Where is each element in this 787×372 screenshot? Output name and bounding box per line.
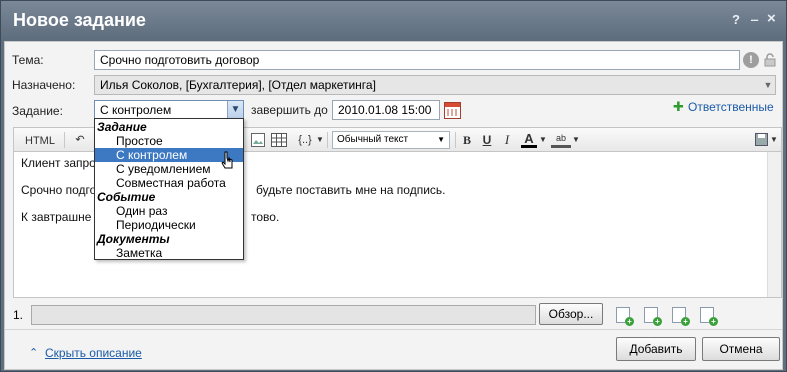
help-icon[interactable]: ?: [732, 12, 740, 27]
minimize-icon[interactable]: ‒: [751, 12, 758, 27]
cancel-button[interactable]: Отмена: [702, 337, 780, 361]
editor-line: Клиент запро: [21, 156, 96, 170]
image-icon[interactable]: [251, 133, 265, 147]
editor-scrollbar[interactable]: [767, 152, 781, 297]
file-path-input[interactable]: [31, 305, 536, 325]
editor-line: тово.: [251, 210, 280, 224]
chevron-down-icon[interactable]: ▼: [572, 132, 580, 148]
task-type-value: С контролем: [100, 103, 172, 117]
paragraph-style-select[interactable]: Обычный текст ▼: [332, 131, 450, 149]
dropdown-group-label: Документы: [97, 232, 170, 246]
assigned-input[interactable]: Илья Соколов, [Бухгалтерия], [Отдел марк…: [94, 75, 776, 95]
add-button[interactable]: Добавить: [616, 337, 696, 361]
add-file-icon[interactable]: +: [616, 307, 634, 326]
highlight-button[interactable]: ab: [551, 132, 571, 148]
chevron-down-icon: ▼: [437, 135, 445, 144]
plus-icon[interactable]: ✚: [673, 99, 684, 115]
attachment-row: 1. Обзор... + + + +: [13, 303, 782, 326]
task-dialog: Новое задание ? ‒ × Тема: Срочно подгото…: [0, 0, 787, 372]
html-button[interactable]: HTML: [22, 132, 58, 148]
task-label: Задание:: [12, 104, 63, 118]
text-color-button[interactable]: A: [521, 132, 537, 148]
hide-description-link[interactable]: Скрыть описание: [45, 346, 142, 360]
calendar-icon[interactable]: [444, 102, 461, 119]
attachment-number: 1.: [13, 308, 24, 322]
editor-line: Срочно подго: [21, 183, 97, 197]
title-bar[interactable]: Новое задание ? ‒ ×: [1, 1, 786, 41]
toolbar-separator: [64, 132, 65, 148]
template-icon[interactable]: {..}: [293, 132, 317, 148]
chevron-down-icon[interactable]: ▼: [770, 132, 778, 148]
add-chart-icon[interactable]: +: [672, 307, 690, 326]
task-type-dropdown: Задание Простое С контролем С уведомлением С…: [94, 118, 244, 260]
paragraph-style-value: Обычный текст: [337, 134, 409, 145]
close-icon[interactable]: ×: [767, 10, 776, 27]
add-document-icon[interactable]: +: [644, 307, 662, 326]
assigned-label: Назначено:: [12, 78, 76, 92]
task-type-select[interactable]: С контролем: [94, 100, 244, 120]
dropdown-option[interactable]: Заметка: [95, 246, 243, 260]
toolbar-separator: [327, 132, 328, 148]
deadline-input[interactable]: 2010.01.08 15:00: [332, 100, 440, 120]
deadline-label: завершить до: [251, 103, 328, 117]
chevron-down-icon[interactable]: ▼: [761, 75, 775, 95]
responsible-link[interactable]: Ответственные: [688, 100, 774, 114]
dropdown-option[interactable]: Простое: [95, 134, 243, 148]
dropdown-option[interactable]: Периодически: [95, 218, 243, 232]
subject-label: Тема:: [12, 53, 44, 67]
chevron-up-icon[interactable]: ⌃: [29, 346, 38, 359]
dropdown-option[interactable]: Совместная работа: [95, 176, 243, 190]
dropdown-option[interactable]: Один раз: [95, 204, 243, 218]
table-icon[interactable]: [271, 133, 287, 147]
bold-button[interactable]: B: [460, 132, 474, 148]
dialog-footer: ⌃ Скрыть описание Добавить Отмена: [5, 329, 782, 369]
dropdown-group-label: Задание: [97, 120, 147, 134]
italic-button[interactable]: I: [500, 132, 514, 148]
chevron-down-icon[interactable]: ▼: [227, 101, 243, 119]
chevron-down-icon[interactable]: ▼: [316, 132, 324, 148]
chevron-down-icon[interactable]: ▼: [539, 132, 547, 148]
underline-button[interactable]: U: [480, 132, 494, 148]
dropdown-group-label: Событие: [97, 190, 156, 204]
editor-line: К завтрашне: [21, 210, 92, 224]
lock-icon[interactable]: [763, 53, 777, 67]
subject-input[interactable]: Срочно подготовить договор: [94, 50, 740, 70]
editor-line: будьте поставить мне на подпись.: [256, 183, 446, 197]
browse-button[interactable]: Обзор...: [539, 303, 603, 325]
warning-icon[interactable]: !: [743, 52, 759, 68]
dialog-title: Новое задание: [13, 10, 146, 30]
toolbar-separator: [455, 132, 456, 148]
save-icon[interactable]: [755, 133, 768, 146]
add-link-icon[interactable]: +: [700, 307, 718, 326]
mouse-cursor-icon: [221, 151, 233, 169]
undo-icon[interactable]: ↶: [72, 132, 88, 148]
